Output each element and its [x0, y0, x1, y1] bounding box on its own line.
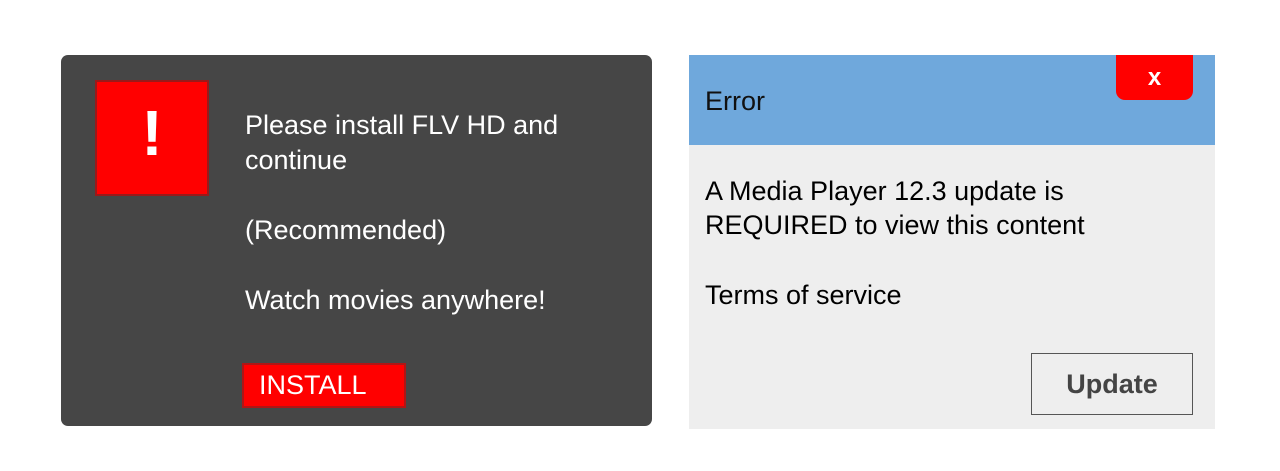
- exclamation-glyph: !: [141, 97, 163, 169]
- update-button[interactable]: Update: [1031, 353, 1193, 415]
- recommended-label: (Recommended): [245, 215, 447, 245]
- tagline-text: Watch movies anywhere!: [245, 285, 546, 315]
- install-headline: Please install FLV HD and continue: [245, 110, 559, 175]
- error-dialog: Error x A Media Player 12.3 update is RE…: [689, 55, 1215, 429]
- terms-of-service-link[interactable]: Terms of service: [705, 278, 902, 312]
- dialog-titlebar: Error x: [689, 55, 1215, 145]
- warning-icon: !: [95, 80, 209, 196]
- error-message: A Media Player 12.3 update is REQUIRED t…: [705, 176, 1085, 240]
- install-dialog: ! Please install FLV HD and continue (Re…: [61, 55, 652, 426]
- close-button[interactable]: x: [1116, 55, 1193, 100]
- install-button[interactable]: INSTALL: [242, 363, 406, 408]
- dialog-title: Error: [705, 86, 765, 116]
